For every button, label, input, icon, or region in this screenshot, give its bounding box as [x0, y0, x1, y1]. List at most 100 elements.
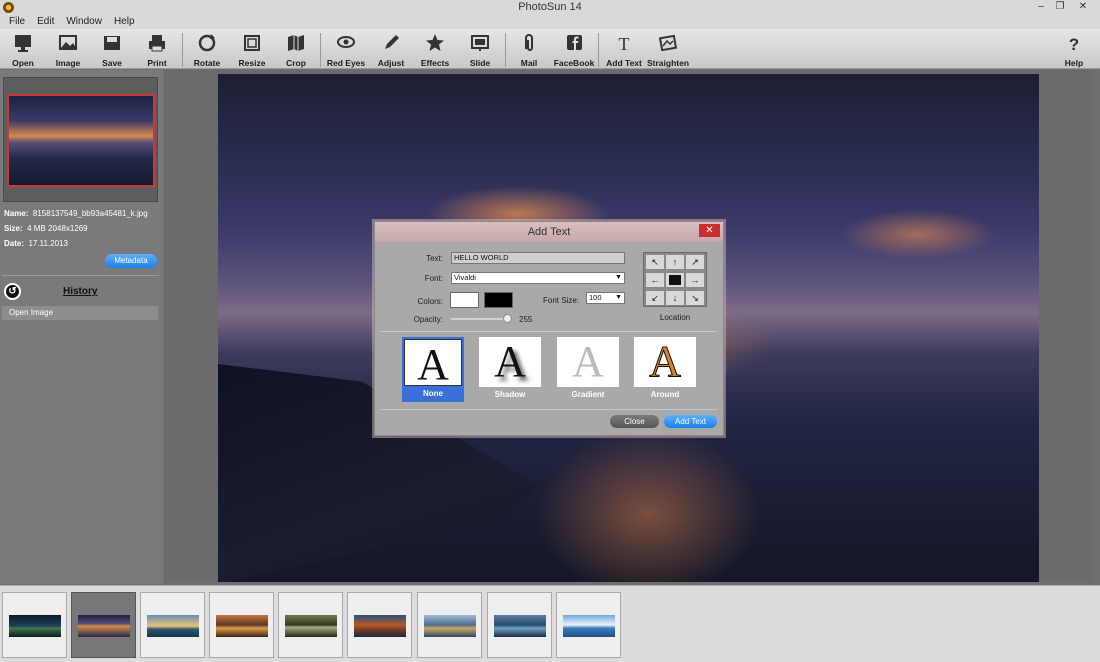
- open-button[interactable]: Open: [0, 32, 46, 68]
- style-gradient[interactable]: A Gradient: [557, 337, 619, 402]
- resize-button[interactable]: Resize: [229, 32, 275, 68]
- preview-thumbnail: [7, 94, 155, 187]
- style-around[interactable]: A Around: [634, 337, 696, 402]
- location-bottom-right[interactable]: ↘: [685, 290, 705, 306]
- paperclip-icon: [525, 34, 533, 51]
- rotate-icon: [198, 34, 216, 52]
- thumbnail-image: [563, 615, 615, 637]
- style-shadow-label: Shadow: [494, 390, 526, 399]
- image-button[interactable]: Image: [45, 32, 91, 68]
- location-center[interactable]: [665, 272, 685, 288]
- opacity-label: Opacity:: [413, 315, 443, 324]
- style-shadow[interactable]: A Shadow: [479, 337, 541, 402]
- location-label: Location: [659, 313, 691, 322]
- eye-icon: [337, 36, 355, 48]
- thumbnail-image: [78, 615, 130, 637]
- add-text-confirm-button[interactable]: Add Text: [664, 415, 717, 428]
- adjust-button[interactable]: Adjust: [368, 32, 414, 68]
- opacity-value: 255: [519, 315, 533, 324]
- film-thumbnail[interactable]: [209, 592, 274, 658]
- opacity-slider-track[interactable]: [451, 318, 511, 320]
- thumbnail-image: [9, 615, 61, 637]
- red-eyes-button[interactable]: Red Eyes: [323, 32, 369, 68]
- toolbar: Open Image Save Print Rotate Resize Crop…: [0, 29, 1100, 69]
- close-window-button[interactable]: ✕: [1072, 0, 1094, 14]
- location-right[interactable]: →: [685, 272, 705, 288]
- filmstrip: [0, 585, 1100, 662]
- file-size-row: Size: 4 MB 2048x1269: [4, 224, 88, 233]
- toolbar-separator: [598, 33, 599, 67]
- dialog-divider: [381, 331, 717, 332]
- location-left[interactable]: ←: [645, 272, 665, 288]
- menu-file[interactable]: File: [9, 15, 25, 29]
- film-thumbnail[interactable]: [487, 592, 552, 658]
- film-thumbnail[interactable]: [140, 592, 205, 658]
- thumbnail-image: [354, 615, 406, 637]
- straighten-button[interactable]: Straighten: [645, 32, 691, 68]
- location-grid: ↖ ↑ ↗ ← → ↙ ↓ ↘: [643, 252, 707, 307]
- style-none-preview: A: [404, 339, 462, 389]
- location-top[interactable]: ↑: [665, 254, 685, 270]
- menu-help[interactable]: Help: [114, 15, 135, 29]
- style-gradient-preview: A: [557, 337, 619, 387]
- selected-location-marker: [669, 275, 681, 285]
- film-thumbnail[interactable]: [417, 592, 482, 658]
- facebook-button[interactable]: FaceBook: [551, 32, 597, 68]
- dialog-close-text-button[interactable]: Close: [610, 415, 659, 428]
- location-top-right[interactable]: ↗: [685, 254, 705, 270]
- style-around-label: Around: [650, 390, 680, 399]
- crop-icon: [288, 35, 304, 51]
- crop-button[interactable]: Crop: [273, 32, 319, 68]
- save-button[interactable]: Save: [89, 32, 135, 68]
- font-size-select[interactable]: 100 ▼: [586, 292, 625, 304]
- menu-bar: File Edit Window Help: [0, 15, 1100, 29]
- thumbnail-image: [216, 615, 268, 637]
- menu-edit[interactable]: Edit: [37, 15, 54, 29]
- rotate-button[interactable]: Rotate: [184, 32, 230, 68]
- add-text-dialog: Add Text ✕ Text: HELLO WORLD Font: Vival…: [374, 221, 724, 436]
- thumbnail-image: [285, 615, 337, 637]
- background-color-swatch[interactable]: [484, 292, 513, 308]
- film-thumbnail-selected[interactable]: [71, 592, 136, 658]
- history-item[interactable]: Open Image: [2, 306, 158, 320]
- text-label: Text:: [426, 254, 443, 263]
- style-none[interactable]: A None: [402, 337, 464, 402]
- film-thumbnail[interactable]: [278, 592, 343, 658]
- style-gradient-label: Gradient: [571, 390, 605, 399]
- thumbnail-image: [494, 615, 546, 637]
- location-bottom[interactable]: ↓: [665, 290, 685, 306]
- font-size-label: Font Size:: [542, 296, 579, 305]
- add-text-button[interactable]: T Add Text: [601, 32, 647, 68]
- film-thumbnail[interactable]: [347, 592, 412, 658]
- font-select-value: Vivaldi: [454, 273, 476, 282]
- film-thumbnail[interactable]: [556, 592, 621, 658]
- opacity-slider-thumb[interactable]: [503, 314, 512, 323]
- colors-label: Colors:: [417, 297, 443, 306]
- mail-button[interactable]: Mail: [506, 32, 552, 68]
- slideshow-icon: [471, 35, 489, 51]
- star-icon: [426, 34, 444, 51]
- metadata-button[interactable]: Metadata: [105, 254, 157, 268]
- resize-icon: [244, 35, 260, 51]
- chevron-down-icon: ▼: [615, 274, 622, 281]
- print-button[interactable]: Print: [134, 32, 180, 68]
- slide-button[interactable]: Slide: [457, 32, 503, 68]
- location-bottom-left[interactable]: ↙: [645, 290, 665, 306]
- chevron-down-icon: ▼: [615, 294, 622, 301]
- film-thumbnail[interactable]: [2, 592, 67, 658]
- toolbar-separator: [182, 33, 183, 67]
- restore-button[interactable]: ❐: [1049, 0, 1071, 14]
- location-top-left[interactable]: ↖: [645, 254, 665, 270]
- effects-button[interactable]: Effects: [412, 32, 458, 68]
- menu-window[interactable]: Window: [66, 15, 102, 29]
- file-date-value: 17.11.2013: [28, 239, 68, 248]
- svg-text:T: T: [619, 34, 630, 54]
- font-select[interactable]: Vivaldi ▼: [451, 272, 625, 284]
- text-input[interactable]: HELLO WORLD: [451, 252, 625, 264]
- history-title[interactable]: History: [63, 286, 97, 297]
- foreground-color-swatch[interactable]: [450, 292, 479, 308]
- dialog-close-button[interactable]: ✕: [699, 224, 720, 237]
- help-button[interactable]: ? Help: [1051, 32, 1097, 68]
- image-icon: [59, 35, 77, 50]
- window-title: PhotoSun 14: [518, 1, 582, 13]
